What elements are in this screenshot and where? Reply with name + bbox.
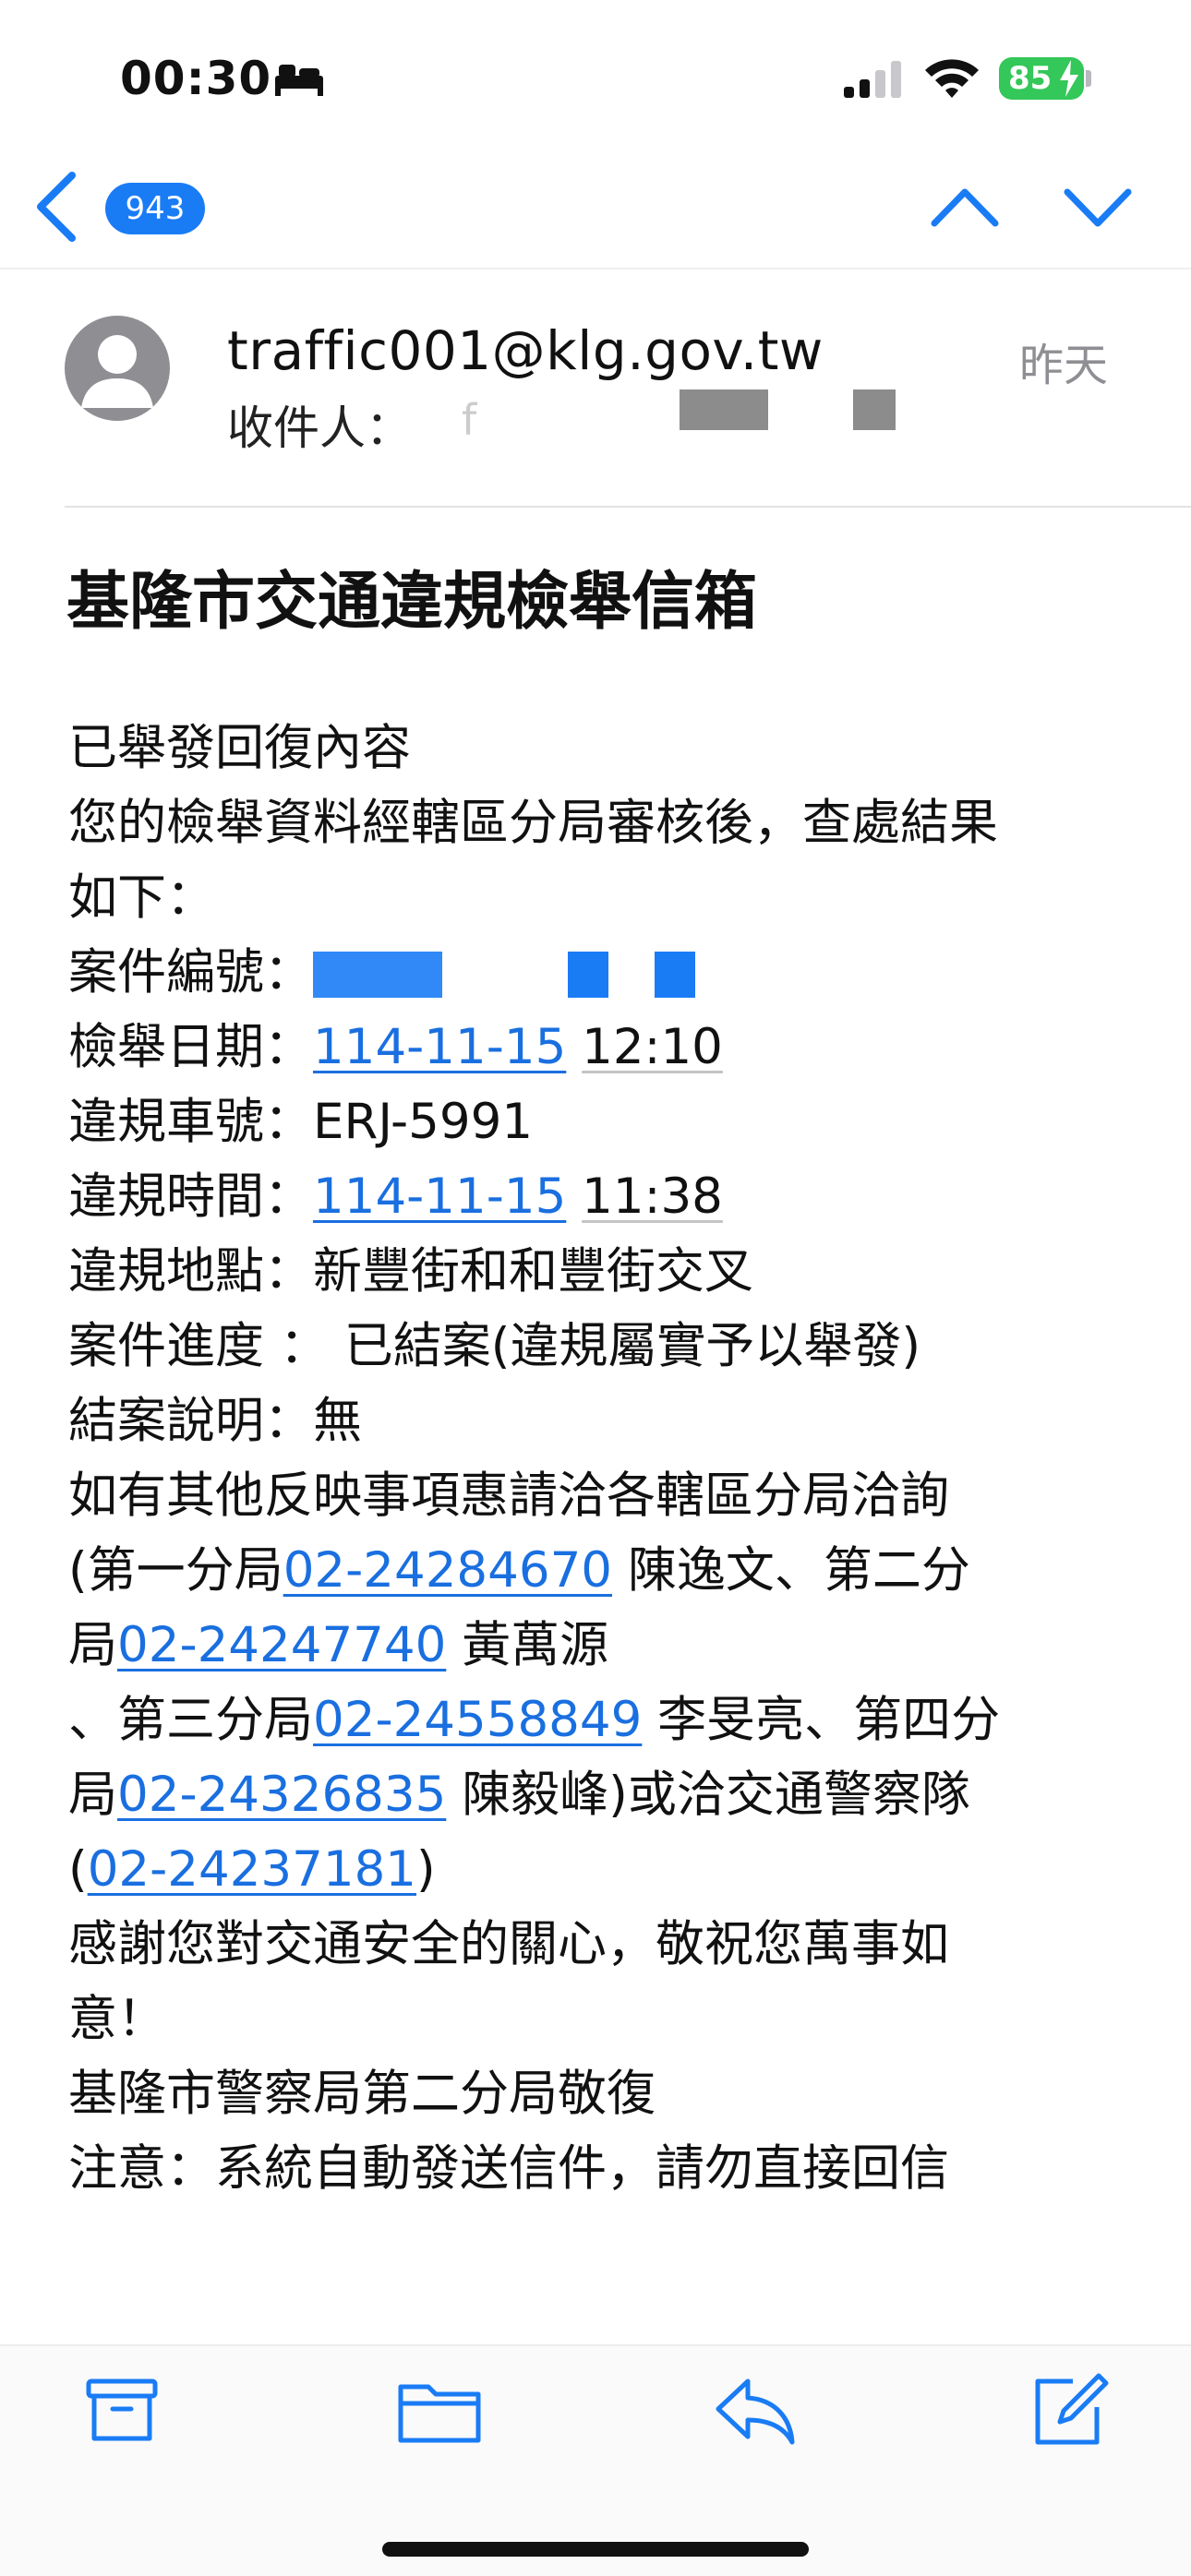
- unread-count-badge[interactable]: 943: [105, 183, 205, 234]
- redacted-case-number: [655, 952, 695, 999]
- sender-address[interactable]: traffic001@klg.gov.tw: [227, 319, 824, 382]
- location-row: 違規地點：新豐街和和豐街交叉: [68, 1234, 1158, 1309]
- chevron-left-icon[interactable]: [33, 172, 79, 242]
- contact-line: (02-24237181): [68, 1832, 1158, 1907]
- closing-label: 結案說明：: [68, 1393, 313, 1449]
- contact-text: ): [416, 1841, 436, 1898]
- home-indicator[interactable]: [382, 2542, 809, 2557]
- body-line: 感謝您對交通安全的關心，敬祝您萬事如: [68, 1916, 949, 1972]
- closing-value: 無: [313, 1393, 362, 1449]
- report-time[interactable]: 12:10: [582, 1019, 723, 1075]
- contact-text: 陳毅峰)或洽交通警察隊: [446, 1767, 970, 1823]
- body-line: 您的檢舉資料經轄區分局審核後，查處結果: [68, 795, 998, 851]
- bed-icon: [275, 65, 323, 96]
- phone-link[interactable]: 02-24558849: [313, 1692, 642, 1748]
- nav-divider: [0, 268, 1191, 270]
- phone-link[interactable]: 02-24284670: [283, 1542, 612, 1599]
- body-line: 意！: [68, 1991, 166, 2047]
- plate-value: ERJ-5991: [313, 1094, 534, 1150]
- email-date: 昨天: [1019, 340, 1109, 391]
- plate-label: 違規車號：: [68, 1094, 313, 1150]
- contact-text: 局: [68, 1767, 117, 1823]
- person-icon: [81, 335, 153, 408]
- charging-bolt-icon: [1060, 60, 1078, 97]
- status-time: 00:30: [120, 52, 272, 105]
- violation-time-label: 違規時間：: [68, 1168, 313, 1225]
- contact-text: 局: [68, 1617, 117, 1673]
- contact-line: 局02-24326835 陳毅峰)或洽交通警察隊: [68, 1757, 1158, 1832]
- signal-icon: [844, 61, 901, 98]
- contact-line: 局02-24247740 黃萬源: [68, 1608, 1158, 1683]
- contact-text: 李旻亮、第四分: [642, 1692, 1001, 1748]
- phone-link[interactable]: 02-24247740: [117, 1617, 446, 1673]
- phone-link[interactable]: 02-24326835: [117, 1767, 446, 1823]
- contact-line: (第一分局02-24284670 陳逸文、第二分: [68, 1533, 1158, 1608]
- header-divider: [65, 506, 1191, 508]
- progress-value: 已結案(違規屬實予以舉發): [343, 1318, 921, 1374]
- report-date-link[interactable]: 114-11-15: [313, 1019, 566, 1075]
- redaction-block: [680, 389, 768, 430]
- notice: 注意：系統自動發送信件，請勿直接回信: [68, 2140, 949, 2197]
- email-body: 已舉發回復內容 您的檢舉資料經轄區分局審核後，查處結果 如下： 案件編號： 檢舉…: [68, 711, 1158, 2206]
- body-line: 如下：: [68, 869, 215, 926]
- report-date-label: 檢舉日期：: [68, 1019, 313, 1075]
- compose-icon[interactable]: [1030, 2372, 1110, 2448]
- location-label: 違規地點：: [68, 1243, 313, 1300]
- chevron-down-icon[interactable]: [1062, 185, 1134, 231]
- folder-icon[interactable]: [397, 2376, 482, 2446]
- report-date-row: 檢舉日期：114-11-15 12:10: [68, 1010, 1158, 1084]
- wifi-icon: [925, 59, 979, 98]
- battery-tip: [1086, 70, 1091, 87]
- case-number-row: 案件編號：: [68, 935, 1158, 1010]
- archive-icon[interactable]: [85, 2376, 159, 2446]
- avatar[interactable]: [65, 316, 170, 421]
- contact-text: 黃萬源: [446, 1617, 609, 1673]
- phone-link[interactable]: 02-24237181: [88, 1841, 416, 1898]
- plate-row: 違規車號：ERJ-5991: [68, 1084, 1158, 1159]
- recipient-label: 收件人：: [227, 401, 412, 455]
- contact-line: 、第三分局02-24558849 李旻亮、第四分: [68, 1683, 1158, 1757]
- redacted-case-number: [568, 952, 608, 999]
- violation-date-link[interactable]: 114-11-15: [313, 1168, 566, 1225]
- case-number-label: 案件編號：: [68, 944, 313, 1000]
- progress-label: 案件進度 ：: [68, 1318, 329, 1374]
- violation-time-row: 違規時間：114-11-15 11:38: [68, 1159, 1158, 1234]
- contact-text: 、第三分局: [68, 1692, 313, 1748]
- contact-text: (: [68, 1841, 88, 1898]
- recipient-value[interactable]: f: [462, 395, 476, 445]
- contact-text: (第一分局: [68, 1542, 283, 1599]
- contact-text: 陳逸文、第二分: [612, 1542, 970, 1599]
- redacted-case-number: [313, 952, 442, 999]
- progress-row: 案件進度 ： 已結案(違規屬實予以舉發): [68, 1309, 1158, 1384]
- closing-row: 結案說明：無: [68, 1384, 1158, 1458]
- chevron-up-icon[interactable]: [929, 185, 1001, 231]
- violation-time[interactable]: 11:38: [582, 1168, 723, 1225]
- reply-icon[interactable]: [713, 2376, 798, 2448]
- location-value: 新豐街和和豐街交叉: [313, 1243, 753, 1300]
- signature: 基隆市警察局第二分局敬復: [68, 2066, 656, 2122]
- redaction-block: [853, 389, 896, 430]
- body-line: 已舉發回復內容: [68, 720, 411, 776]
- body-line: 如有其他反映事項惠請洽各轄區分局洽詢: [68, 1468, 949, 1524]
- email-subject: 基隆市交通違規檢舉信箱: [66, 566, 758, 639]
